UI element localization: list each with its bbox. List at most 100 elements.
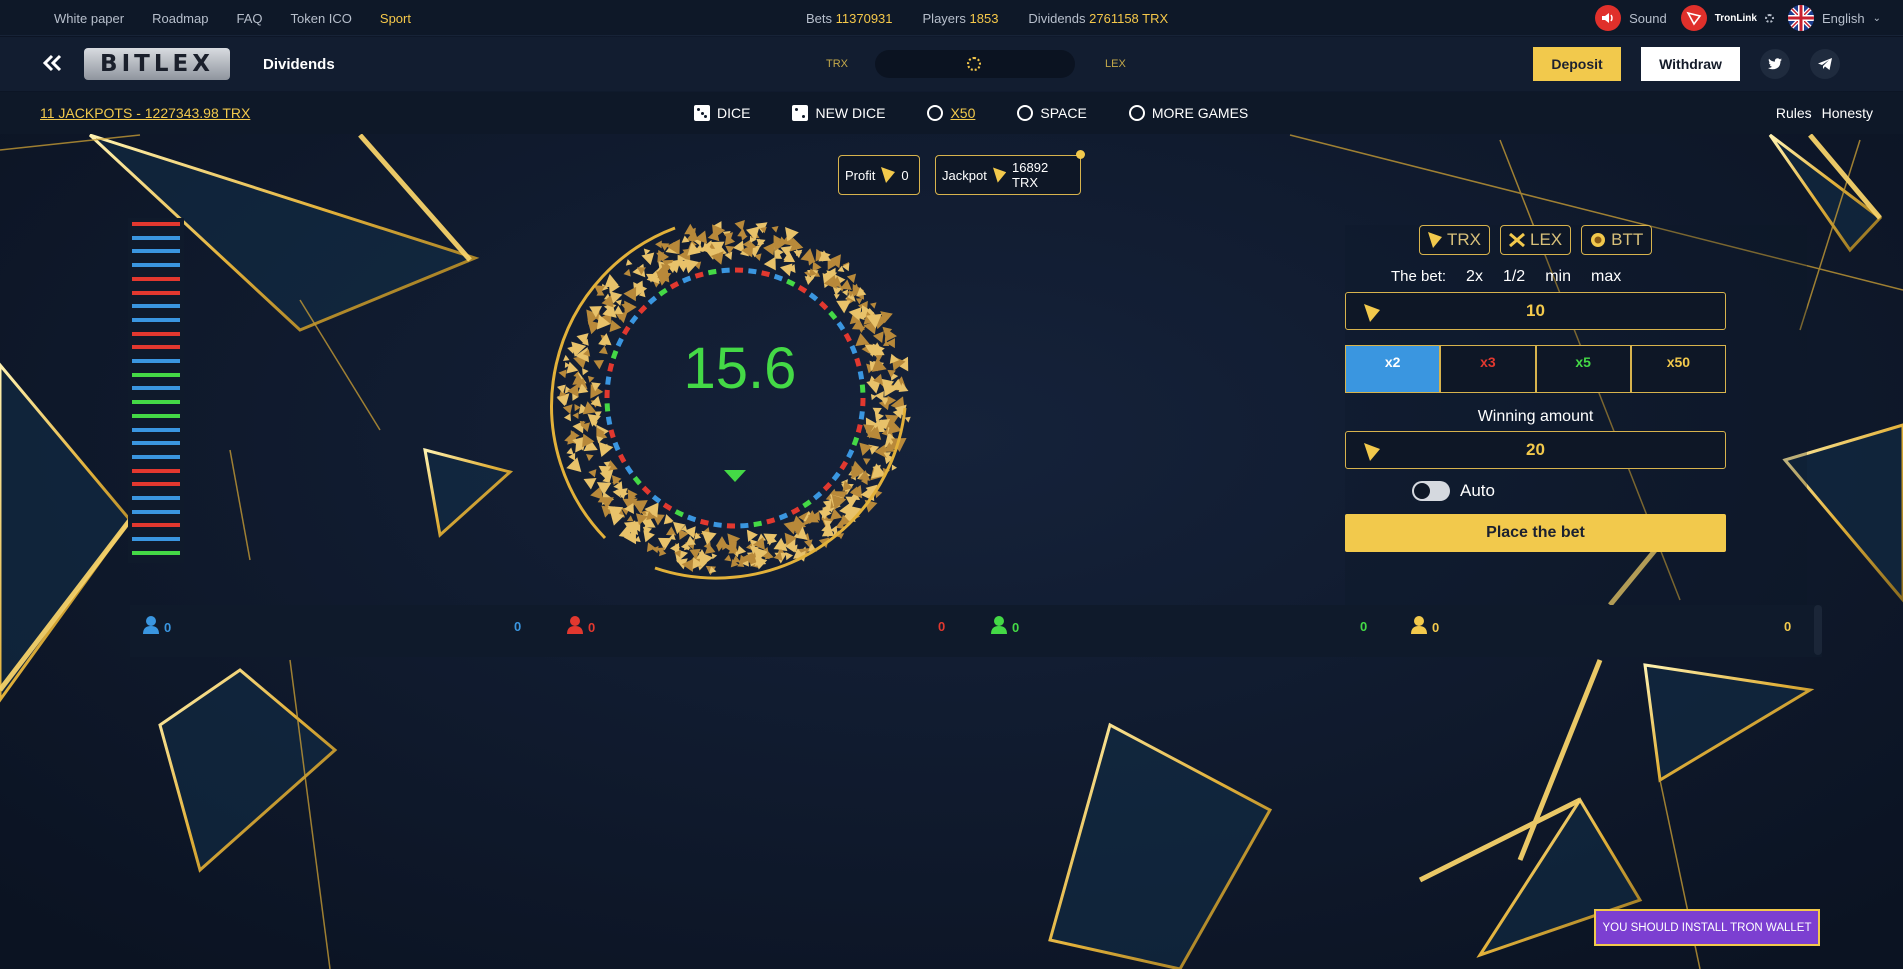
lex-icon <box>1509 233 1525 247</box>
wheel-chip <box>587 375 595 383</box>
player-total: 0 <box>1784 619 1792 634</box>
multiplier-selector: x2 x3 x5 x50 <box>1345 345 1726 393</box>
link-faq[interactable]: FAQ <box>236 11 262 26</box>
history-bar <box>132 537 180 542</box>
dividends-link[interactable]: Dividends <box>263 37 335 91</box>
toggle-switch[interactable] <box>1412 481 1450 501</box>
wheel-segment <box>674 509 684 518</box>
player-count: 0 <box>588 620 596 635</box>
history-bar <box>132 468 180 473</box>
player-total: 0 <box>514 619 522 634</box>
main-header: BITLEX Dividends TRX LEX Deposit Withdra… <box>0 37 1903 91</box>
wheel-chip <box>641 252 655 266</box>
rules-link[interactable]: Rules <box>1776 105 1812 121</box>
wheel-chip <box>563 413 571 422</box>
bet-min-button[interactable]: min <box>1545 268 1571 286</box>
bet-double-button[interactable]: 2x <box>1466 268 1483 286</box>
history-bar <box>132 454 180 459</box>
games-nav: 11 JACKPOTS - 1227343.98 TRX DICE NEW DI… <box>0 92 1903 134</box>
tron-wallet-warning[interactable]: YOU SHOULD INSTALL TRON WALLET <box>1594 909 1820 946</box>
wheel-segment <box>686 514 697 523</box>
tab-trx[interactable]: TRX <box>1419 225 1490 255</box>
wheel-result-value: 15.6 <box>683 336 797 401</box>
telegram-icon[interactable] <box>1810 49 1840 79</box>
auto-bet-toggle[interactable]: Auto <box>1412 481 1495 501</box>
nav-new-dice[interactable]: NEW DICE <box>792 105 885 121</box>
link-white-paper[interactable]: White paper <box>54 11 124 26</box>
wheel-segment <box>694 271 704 279</box>
wheel-segment <box>773 273 784 282</box>
link-sport[interactable]: Sport <box>380 11 411 26</box>
tab-lex[interactable]: LEX <box>1500 225 1572 255</box>
wheel-segment <box>607 362 615 372</box>
player-total: 0 <box>938 619 946 634</box>
wheel-chip <box>655 240 662 249</box>
stat-bets: Bets 11370931 <box>806 11 893 26</box>
wheel-chip <box>582 368 589 376</box>
nav-more-games-label: MORE GAMES <box>1151 105 1249 121</box>
multiplier-x5[interactable]: x5 <box>1535 345 1631 393</box>
wheel-segment <box>615 337 624 347</box>
history-bar <box>132 359 180 363</box>
history-bar <box>132 523 180 528</box>
language-selector[interactable]: English ⌄ <box>1787 5 1881 31</box>
history-bar <box>132 400 180 405</box>
bet-amount-value: 10 <box>1526 301 1545 320</box>
place-bet-button[interactable]: Place the bet <box>1345 514 1726 552</box>
bet-half-button[interactable]: 1/2 <box>1503 268 1525 286</box>
bet-max-button[interactable]: max <box>1591 268 1621 286</box>
history-bar <box>132 304 180 309</box>
sound-toggle[interactable]: Sound <box>1595 5 1667 31</box>
nav-x50[interactable]: X50 <box>927 105 975 121</box>
wheel-chip <box>623 268 631 277</box>
link-token-ico[interactable]: Token ICO <box>290 11 351 26</box>
history-bar <box>132 496 180 500</box>
jackpot-indicator-dot <box>1076 150 1085 159</box>
wheel-chip <box>800 248 816 263</box>
currency-left-label: TRX <box>826 58 848 70</box>
multiplier-x50[interactable]: x50 <box>1630 345 1726 393</box>
currency-right-label: LEX <box>1105 58 1126 70</box>
jackpots-link[interactable]: 11 JACKPOTS - 1227343.98 TRX <box>40 92 250 134</box>
currency-tabs: TRX LEX BTT <box>1419 225 1653 255</box>
more-games-icon <box>1128 105 1145 121</box>
bet-amount-input[interactable]: 10 <box>1345 292 1726 330</box>
wheel-chip <box>723 232 734 242</box>
history-bar <box>132 345 180 350</box>
wheel-segment <box>604 403 611 412</box>
tab-lex-label: LEX <box>1530 230 1563 249</box>
player-group: 0 <box>142 615 171 635</box>
multiplier-x2[interactable]: x2 <box>1345 345 1441 393</box>
history-bar <box>132 427 180 432</box>
wheel-segment <box>629 314 639 325</box>
nav-space[interactable]: SPACE <box>1017 105 1087 121</box>
history-bar <box>132 290 180 295</box>
honesty-link[interactable]: Honesty <box>1822 105 1873 121</box>
link-roadmap[interactable]: Roadmap <box>152 11 208 26</box>
bitlex-logo[interactable]: BITLEX <box>84 48 230 80</box>
history-bar <box>132 509 180 514</box>
multiplier-x3[interactable]: x3 <box>1440 345 1536 393</box>
wheel-chip <box>712 224 726 239</box>
wheel-segment <box>851 436 860 447</box>
history-bar <box>132 482 180 487</box>
x50-ring-icon <box>927 105 944 121</box>
wheel-segment <box>647 295 658 305</box>
wheel-chip <box>870 394 877 401</box>
trx-icon <box>1364 443 1380 461</box>
wheel-segment <box>621 325 631 336</box>
new-dice-icon <box>792 105 809 121</box>
players-scrollbar[interactable] <box>1814 605 1822 655</box>
tronlink-status[interactable]: TronLink <box>1680 5 1774 31</box>
back-chevrons-icon[interactable] <box>40 51 66 77</box>
tab-btt[interactable]: BTT <box>1581 225 1653 255</box>
trx-icon <box>881 167 896 183</box>
loading-spinner-icon <box>1764 13 1774 23</box>
withdraw-button[interactable]: Withdraw <box>1641 47 1740 81</box>
nav-dice[interactable]: DICE <box>694 105 750 121</box>
wheel-chip <box>593 359 605 370</box>
player-count: 0 <box>164 620 172 635</box>
nav-more-games[interactable]: MORE GAMES <box>1128 105 1249 121</box>
deposit-button[interactable]: Deposit <box>1533 47 1621 81</box>
twitter-icon[interactable] <box>1760 49 1790 79</box>
